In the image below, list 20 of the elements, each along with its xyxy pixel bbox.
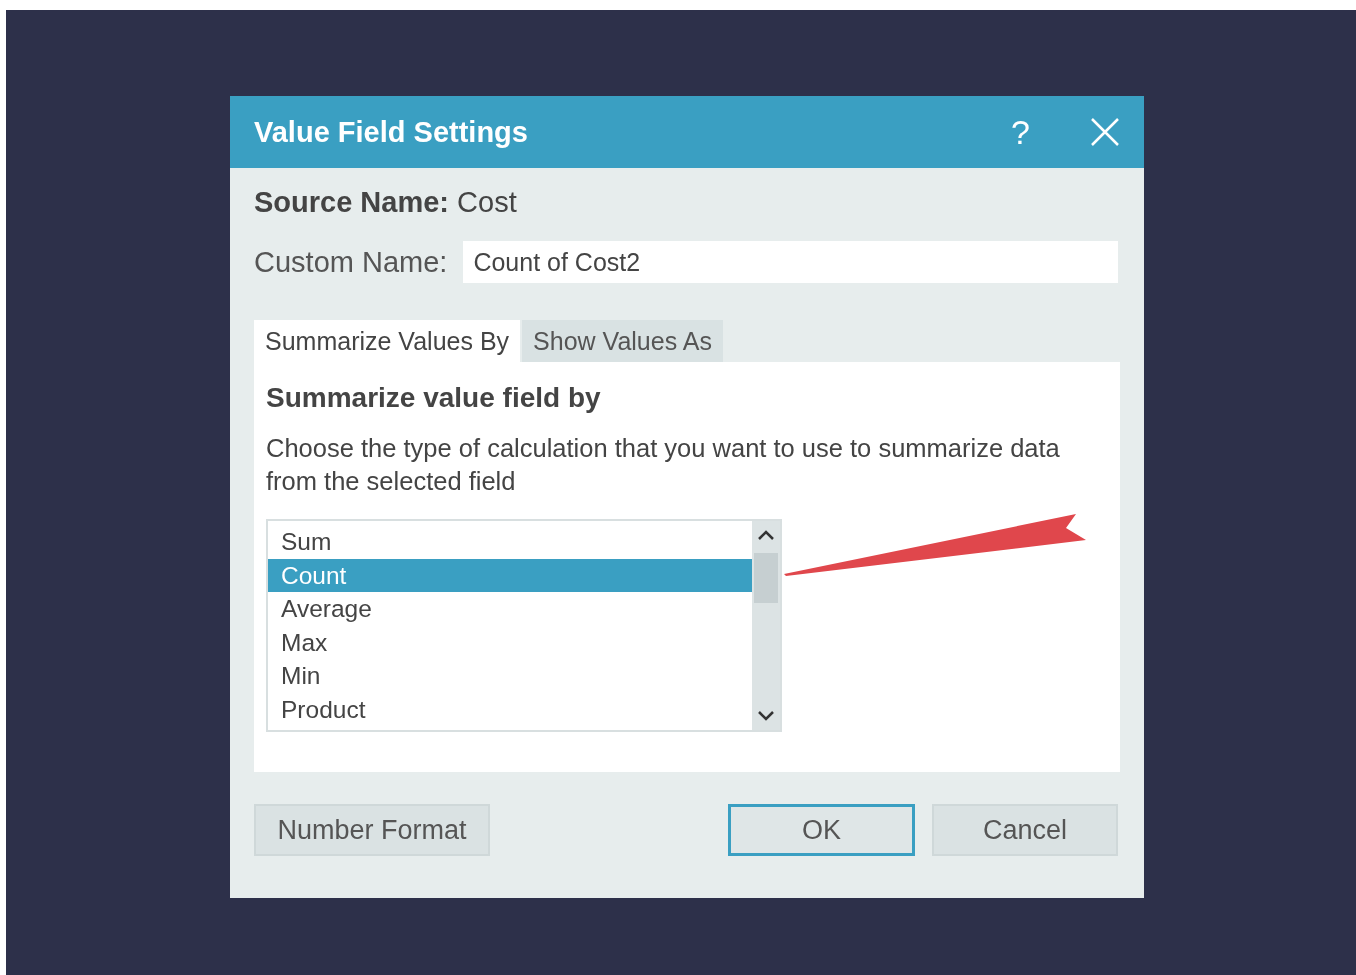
window-title: Value Field Settings xyxy=(254,115,529,149)
custom-name-field[interactable]: Count of Cost2 xyxy=(463,241,1118,283)
list-item[interactable]: Max xyxy=(268,625,752,660)
source-name: Source Name: Cost xyxy=(254,186,518,219)
description: Choose the type of calculation that you want to use to summarize data from the selected field xyxy=(266,433,1061,497)
list-item[interactable]: Min xyxy=(268,659,752,693)
scrollbar[interactable] xyxy=(752,521,780,730)
dialog-button[interactable]: Number Format xyxy=(254,804,490,856)
scroll-up-icon[interactable] xyxy=(757,529,775,541)
tab[interactable]: Summarize Values By xyxy=(254,320,521,362)
section-heading: Summarize value field by xyxy=(266,382,602,414)
list-item[interactable]: Product xyxy=(268,692,752,727)
list-item[interactable]: Average xyxy=(268,592,752,626)
list-item[interactable]: Sum xyxy=(268,525,752,559)
dialog-button[interactable]: Cancel xyxy=(932,804,1118,856)
dialog-button[interactable]: OK xyxy=(728,804,915,856)
close-button[interactable] xyxy=(1090,117,1120,147)
custom-name-label: Custom Name: xyxy=(254,245,448,279)
scroll-down-icon[interactable] xyxy=(757,710,775,722)
tab[interactable]: Show Values As xyxy=(522,320,723,362)
